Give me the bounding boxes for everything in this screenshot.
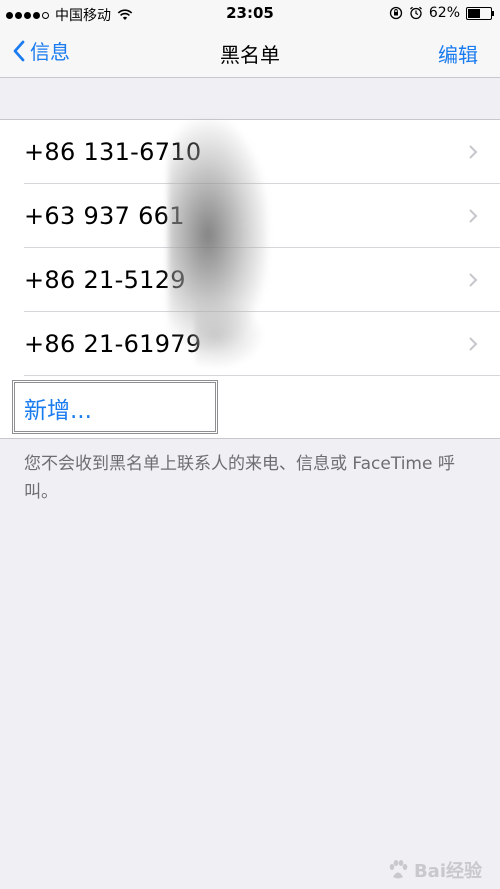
- baidu-watermark: Bai经验: [386, 857, 482, 883]
- status-bar: 中国移动 23:05 62%: [0, 0, 500, 28]
- baidu-paw-icon: [389, 860, 408, 879]
- add-new-label: 新增...: [24, 398, 92, 424]
- chevron-right-icon: [469, 209, 478, 223]
- edit-button[interactable]: 编辑: [438, 39, 478, 68]
- battery-icon: [466, 6, 494, 20]
- status-right: 62%: [389, 5, 494, 21]
- add-new-button[interactable]: 新增...: [0, 376, 500, 438]
- alarm-icon: [409, 6, 422, 20]
- chevron-right-icon: [469, 273, 478, 287]
- redaction-smudge: [195, 300, 265, 370]
- phone-number: +86 21-5129: [24, 266, 186, 294]
- blocked-list-footer-note: 您不会收到黑名单上联系人的来电、信息或 FaceTime 呼叫。: [24, 454, 455, 502]
- navigation-bar: 信息 黑名单 编辑: [0, 28, 500, 78]
- rotation-lock-icon: [389, 6, 403, 20]
- phone-number: +63 937 661: [24, 202, 185, 230]
- battery-percent: 62%: [428, 5, 460, 21]
- chevron-right-icon: [469, 145, 478, 159]
- watermark-text: Bai经验: [413, 861, 482, 882]
- page-title: 黑名单: [220, 43, 280, 67]
- chevron-right-icon: [469, 337, 478, 351]
